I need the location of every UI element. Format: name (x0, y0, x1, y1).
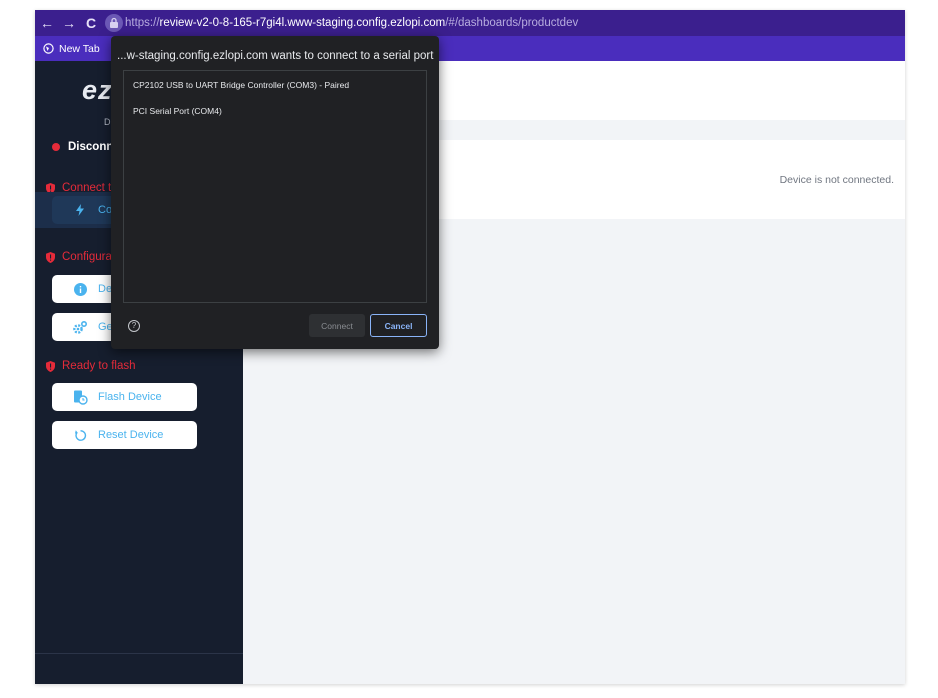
forward-arrow-icon[interactable]: → (59, 15, 79, 31)
help-icon[interactable]: ? (128, 320, 140, 332)
flash-device-button[interactable]: Flash Device (52, 383, 197, 411)
lightning-icon (71, 201, 89, 219)
address-bar[interactable]: https://review-v2-0-8-165-r7gi4l.www-sta… (125, 17, 578, 29)
connect-button-dialog[interactable]: Connect (309, 314, 365, 337)
serial-port-item[interactable]: CP2102 USB to UART Bridge Controller (CO… (133, 80, 349, 90)
serial-port-list: CP2102 USB to UART Bridge Controller (CO… (123, 70, 427, 303)
serial-port-item[interactable]: PCI Serial Port (COM4) (133, 106, 222, 116)
dialog-title: ...w-staging.config.ezlopi.com wants to … (117, 50, 434, 62)
logo: ez (82, 75, 113, 105)
globe-icon (43, 43, 54, 54)
browser-toolbar: ← → C https://review-v2-0-8-165-r7gi4l.w… (35, 10, 905, 36)
section-configuration: Configura (46, 251, 112, 263)
bookmark-new-tab[interactable]: New Tab (43, 43, 100, 55)
logo-subtitle: D (104, 117, 111, 127)
site-info-icon[interactable] (105, 14, 123, 32)
cancel-button[interactable]: Cancel (370, 314, 427, 337)
back-arrow-icon[interactable]: ← (37, 15, 57, 31)
section-ready-to-flash: Ready to flash (46, 360, 136, 372)
device-status-text: Device is not connected. (779, 174, 894, 186)
connection-status: Disconne (52, 141, 120, 153)
gears-icon (71, 318, 89, 336)
info-icon (71, 280, 89, 298)
shield-alert-icon (46, 251, 55, 263)
reset-device-button[interactable]: Reset Device (52, 421, 197, 449)
reload-icon[interactable]: C (81, 15, 101, 31)
serial-port-dialog: ...w-staging.config.ezlopi.com wants to … (111, 36, 439, 349)
flash-device-icon (71, 388, 89, 406)
reset-icon (71, 426, 89, 444)
status-dot-icon (52, 143, 60, 151)
shield-alert-icon (46, 360, 55, 372)
sidebar-divider (35, 653, 243, 654)
